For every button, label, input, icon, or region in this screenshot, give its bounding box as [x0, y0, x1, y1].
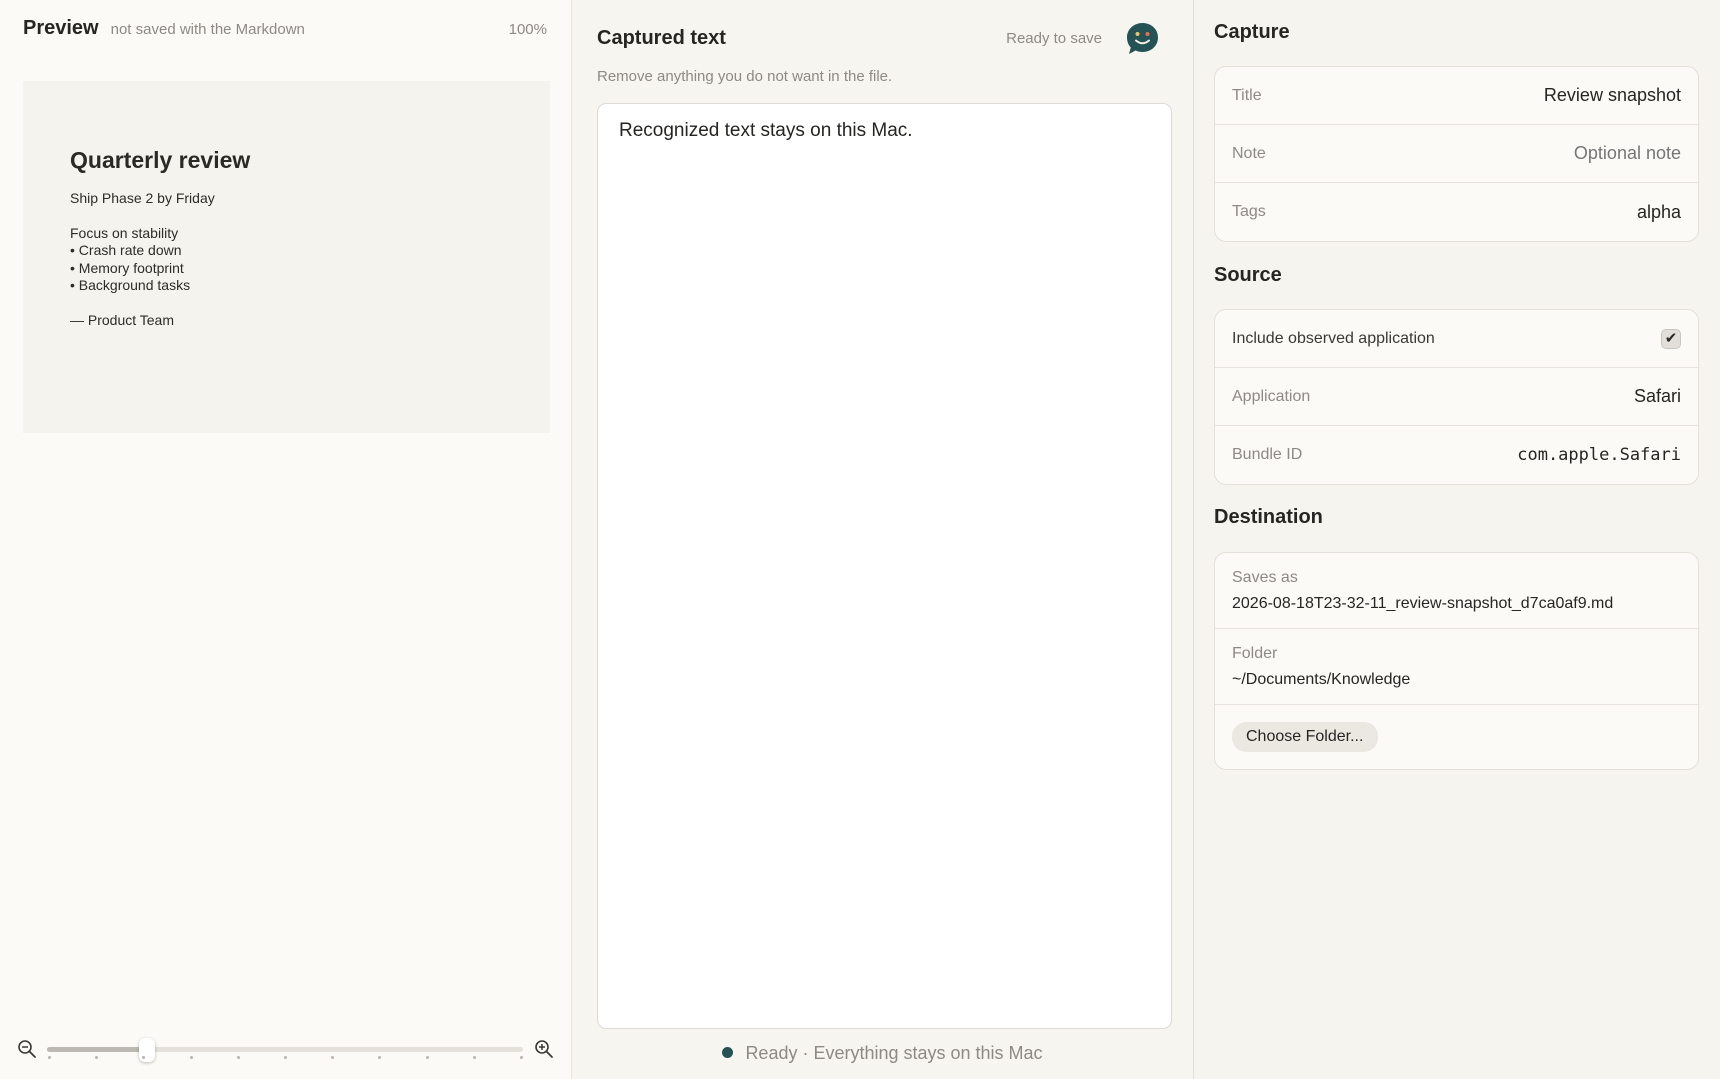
capture-heading: Capture: [1214, 21, 1290, 43]
preview-subtitle: not saved with the Markdown: [110, 21, 305, 38]
preview-page: Quarterly review Ship Phase 2 by Friday …: [23, 81, 550, 433]
status-dot-icon: [722, 1047, 734, 1058]
tags-row: Tags: [1215, 183, 1698, 241]
zoom-slider-tick: [95, 1056, 99, 1059]
title-label: Title: [1232, 86, 1262, 104]
title-field[interactable]: [1449, 85, 1681, 106]
zoom-slider-tick: [520, 1056, 523, 1059]
zoom-in-icon[interactable]: [534, 1039, 554, 1059]
captured-text-title: Captured text: [597, 27, 726, 49]
zoom-slider-tick: [48, 1056, 51, 1059]
document-signature: — Product Team: [70, 311, 175, 328]
folder-label: Folder: [1232, 645, 1278, 662]
save-status: Ready to save: [1006, 30, 1102, 47]
folder-row: Folder ~/Documents/Knowledge: [1215, 629, 1698, 705]
include-application-row[interactable]: Include observed application ✔: [1215, 310, 1698, 368]
captured-text-hint: Remove anything you do not want in the f…: [597, 68, 893, 85]
saves-as-label: Saves as: [1232, 569, 1298, 586]
preview-pane: Preview not saved with the Markdown 100%…: [0, 0, 572, 1079]
choose-folder-row: Choose Folder...: [1215, 705, 1698, 769]
zoom-slider-tick: [284, 1056, 287, 1059]
folder-path: ~/Documents/Knowledge: [1232, 671, 1411, 688]
status-bar-text: Ready · Everything stays on this Mac: [745, 1043, 1043, 1063]
note-label: Note: [1232, 144, 1266, 162]
bundle-id-value: com.apple.Safari: [1517, 445, 1681, 465]
preview-header: Preview not saved with the Markdown 100%: [23, 17, 547, 43]
app-window: Preview not saved with the Markdown 100%…: [0, 0, 1720, 1079]
document-bullet: • Memory footprint: [70, 259, 184, 276]
checkmark-icon: ✔: [1664, 330, 1678, 347]
destination-card: Saves as 2026-08-18T23-32-11_review-snap…: [1214, 552, 1699, 770]
application-value: Safari: [1633, 386, 1681, 406]
title-row: Title: [1215, 67, 1698, 125]
include-application-checkbox[interactable]: ✔: [1661, 328, 1681, 349]
zoom-control: [17, 1037, 554, 1062]
application-label: Application: [1232, 387, 1311, 405]
tags-label: Tags: [1232, 203, 1266, 220]
source-card: Include observed application ✔ Applicati…: [1214, 309, 1699, 485]
document-heading: Quarterly review: [70, 147, 251, 173]
zoom-slider[interactable]: [47, 1038, 523, 1062]
zoom-slider-tick: [331, 1056, 335, 1059]
capture-card: Title Note Tags: [1214, 66, 1699, 242]
include-application-label: Include observed application: [1232, 329, 1435, 347]
status-bar: Ready · Everything stays on this Mac: [572, 1043, 1193, 1064]
document-bullet: • Background tasks: [70, 277, 191, 293]
document-bullet: • Crash rate down: [70, 242, 182, 258]
saves-as-row: Saves as 2026-08-18T23-32-11_review-snap…: [1215, 553, 1698, 629]
zoom-slider-tick: [378, 1056, 382, 1059]
details-sidebar: Capture Title Note Tags Source Include o…: [1194, 0, 1720, 1079]
bundle-id-label: Bundle ID: [1232, 446, 1303, 463]
note-row: Note: [1215, 125, 1698, 183]
zoom-slider-tick: [236, 1056, 240, 1059]
document-line: Ship Phase 2 by Friday: [70, 190, 215, 206]
source-heading: Source: [1214, 264, 1282, 286]
zoom-level: 100%: [508, 21, 547, 38]
zoom-slider-tick: [472, 1056, 476, 1059]
tags-field[interactable]: [1449, 201, 1681, 223]
zoom-out-icon[interactable]: [17, 1039, 37, 1059]
destination-heading: Destination: [1214, 506, 1323, 528]
saves-as-filename: 2026-08-18T23-32-11_review-snapshot_d7ca…: [1232, 595, 1614, 612]
choose-folder-button[interactable]: Choose Folder...: [1232, 722, 1379, 752]
application-row: Application Safari: [1215, 368, 1698, 426]
zoom-slider-tick: [142, 1056, 146, 1059]
zoom-slider-tick: [425, 1056, 429, 1059]
zoom-slider-fill: [47, 1047, 147, 1052]
note-field[interactable]: [1449, 143, 1681, 164]
captured-text-editor[interactable]: [597, 103, 1172, 1029]
app-mascot-icon[interactable]: [1125, 21, 1160, 56]
document-line: Focus on stability: [70, 224, 179, 241]
zoom-slider-ticks: [48, 1056, 523, 1060]
preview-title: Preview: [23, 17, 99, 39]
zoom-slider-tick: [189, 1056, 193, 1059]
bundle-id-row: Bundle ID com.apple.Safari: [1215, 426, 1698, 484]
captured-text-pane: Captured text Ready to save Remove anyth…: [572, 0, 1194, 1079]
